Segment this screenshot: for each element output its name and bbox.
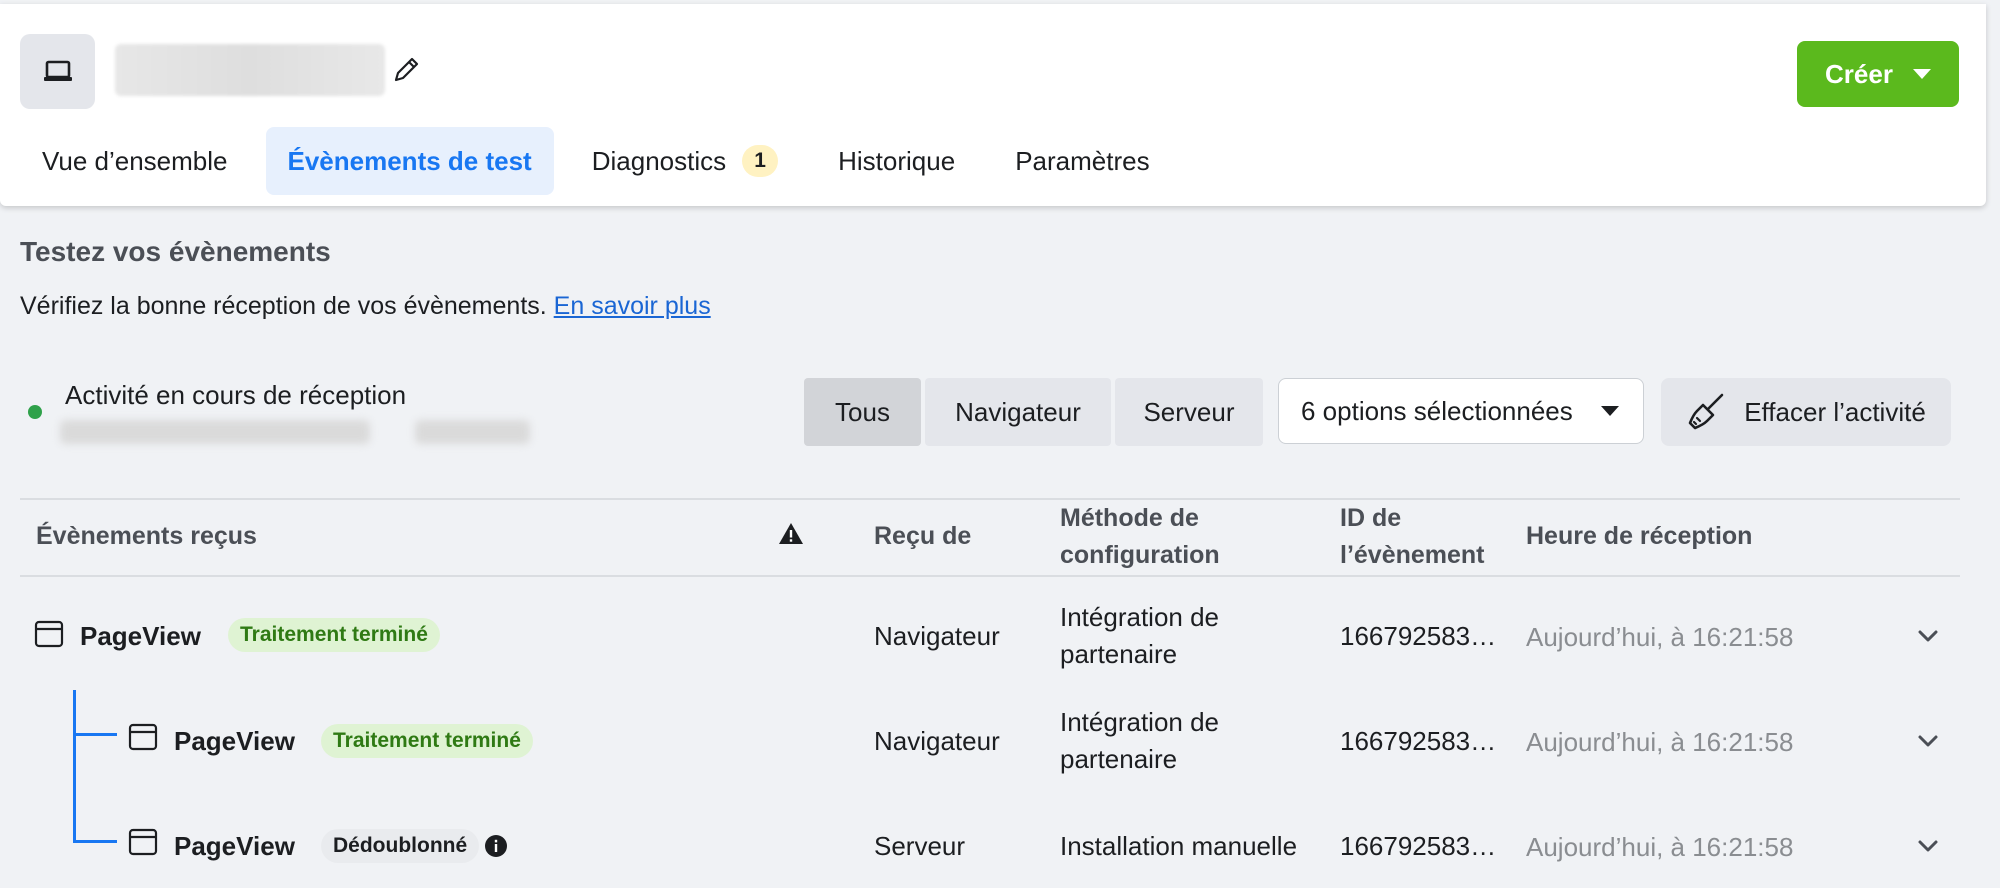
learn-more-link[interactable]: En savoir plus [554, 292, 711, 320]
pixel-header: Créer Vue d’ensemble Évènements de test … [0, 4, 1986, 206]
browser-window-icon [128, 828, 158, 856]
activity-detail-redacted [415, 420, 530, 444]
col-header-method-line2: configuration [1060, 541, 1220, 569]
tab-bar: Vue d’ensemble Évènements de test Diagno… [20, 127, 1188, 195]
chevron-down-icon [1600, 406, 1619, 416]
broom-icon [1688, 393, 1724, 430]
col-header-method-line1: Méthode de [1060, 504, 1199, 532]
activity-status-dot [28, 405, 42, 419]
tab-history[interactable]: Historique [816, 127, 977, 195]
chevron-down-icon [1912, 69, 1931, 79]
create-button[interactable]: Créer [1797, 41, 1959, 107]
event-options-dropdown[interactable]: 6 options sélectionnées [1278, 378, 1644, 444]
activity-label: Activité en cours de réception [65, 380, 407, 410]
event-name[interactable]: PageView [174, 831, 295, 862]
event-id: 166792583… [1340, 726, 1497, 756]
tree-connector [73, 840, 117, 843]
chevron-down-icon[interactable] [1916, 626, 1940, 646]
pixel-name-redacted [115, 44, 385, 96]
col-header-time: Heure de réception [1526, 522, 1753, 550]
filter-server[interactable]: Serveur [1115, 378, 1263, 446]
laptop-icon [20, 34, 95, 109]
filter-label: Tous [835, 396, 890, 427]
col-header-received-from: Reçu de [874, 522, 972, 550]
filter-label: Navigateur [955, 396, 1081, 427]
col-header-events: Évènements reçus [36, 522, 257, 550]
browser-window-icon [128, 723, 158, 751]
table-top-divider [20, 498, 1960, 500]
create-button-label: Créer [1825, 58, 1893, 89]
dropdown-value: 6 options sélectionnées [1301, 395, 1573, 426]
browser-window-icon [34, 620, 64, 648]
event-name[interactable]: PageView [80, 621, 201, 652]
setup-method-line1: Intégration de [1060, 602, 1220, 632]
activity-detail-redacted [60, 420, 370, 444]
info-icon[interactable] [484, 834, 508, 858]
setup-method-line2: partenaire [1060, 639, 1178, 669]
status-badge: Traitement terminé [321, 724, 533, 758]
tab-label: Vue d’ensemble [42, 145, 228, 176]
tab-diagnostics[interactable]: Diagnostics 1 [570, 127, 800, 195]
clear-activity-label: Effacer l’activité [1744, 396, 1926, 427]
section-description: Vérifiez la bonne réception de vos évène… [20, 292, 711, 321]
tab-label: Évènements de test [287, 145, 532, 176]
col-header-id-line2: l’évènement [1340, 541, 1485, 569]
chevron-down-icon[interactable] [1916, 836, 1940, 856]
event-id: 166792583… [1340, 831, 1497, 861]
table-header-divider [20, 575, 1960, 577]
section-description-text: Vérifiez la bonne réception de vos évène… [20, 292, 547, 320]
tree-connector [73, 690, 76, 843]
chevron-down-icon[interactable] [1916, 731, 1940, 751]
setup-method-line2: partenaire [1060, 744, 1178, 774]
filter-all[interactable]: Tous [804, 378, 921, 446]
tab-settings[interactable]: Paramètres [993, 127, 1171, 195]
received-from: Navigateur [874, 726, 1000, 756]
diagnostics-count-badge: 1 [742, 145, 779, 177]
received-time: Aujourd’hui, à 16:21:58 [1526, 832, 1794, 862]
filter-browser[interactable]: Navigateur [925, 378, 1111, 446]
setup-method-line1: Intégration de [1060, 707, 1220, 737]
section-title: Testez vos évènements [20, 236, 331, 267]
tab-label: Diagnostics [591, 145, 727, 176]
clear-activity-button[interactable]: Effacer l’activité [1661, 378, 1951, 446]
edit-pencil-icon[interactable] [392, 54, 422, 84]
tab-test-events[interactable]: Évènements de test [265, 127, 554, 195]
warning-icon [779, 523, 803, 544]
tree-connector [73, 733, 117, 736]
tab-overview[interactable]: Vue d’ensemble [20, 127, 250, 195]
event-id: 166792583… [1340, 621, 1497, 651]
event-name[interactable]: PageView [174, 726, 295, 757]
status-badge: Dédoublonné [321, 829, 480, 863]
received-from: Navigateur [874, 621, 1000, 651]
setup-method-line1: Installation manuelle [1060, 831, 1298, 861]
tab-label: Paramètres [1015, 145, 1150, 176]
tab-label: Historique [838, 145, 956, 176]
col-header-id-line1: ID de [1340, 504, 1402, 532]
received-time: Aujourd’hui, à 16:21:58 [1526, 727, 1794, 757]
status-badge: Traitement terminé [228, 618, 440, 652]
received-from: Serveur [874, 831, 966, 861]
received-time: Aujourd’hui, à 16:21:58 [1526, 622, 1794, 652]
filter-label: Serveur [1143, 396, 1235, 427]
